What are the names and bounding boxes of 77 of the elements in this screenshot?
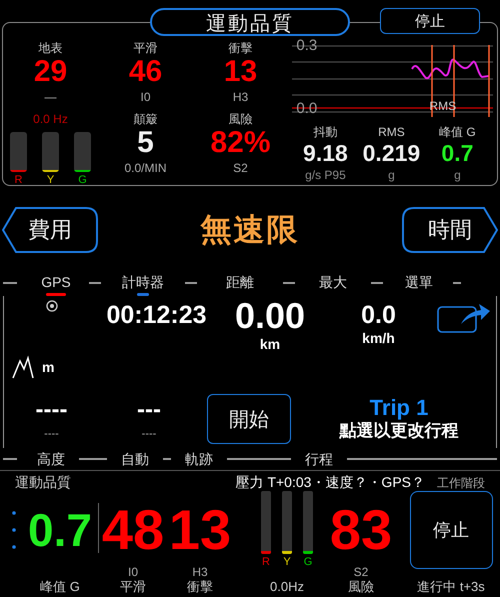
stat-label: 抖動 xyxy=(313,125,338,139)
metric-sub: — xyxy=(44,89,56,105)
distance-unit: km xyxy=(260,336,280,352)
meter-label: G xyxy=(78,174,87,186)
metric-label: 風險 xyxy=(228,112,252,126)
auto-sub: ---- xyxy=(142,428,156,440)
section-label: 軌跡 xyxy=(185,450,213,468)
section-label: 行程 xyxy=(305,450,333,468)
metric-value: 5 xyxy=(137,126,154,160)
peak-value: 0.7 xyxy=(28,503,92,558)
risk-label: 風險 xyxy=(348,579,374,595)
distance-value: 0.00 xyxy=(234,296,306,336)
meter-reading: 0.0Hz xyxy=(270,579,304,595)
session-label: 工作階段 xyxy=(437,474,485,492)
start-button[interactable]: 開始 xyxy=(207,394,291,444)
metric-value: 29 xyxy=(34,55,68,89)
panel-title-button[interactable]: 運動品質 xyxy=(150,8,350,36)
frequency-reading: 0.0 Hz xyxy=(33,112,68,126)
meter-label: R xyxy=(262,556,270,568)
forward-button[interactable]: 時間 xyxy=(402,207,498,253)
metric-sub: H3 xyxy=(232,89,248,105)
section-label: 自動 xyxy=(121,450,149,468)
metric-sub: 0.0/MIN xyxy=(124,160,166,176)
metric-value: 46 xyxy=(128,55,162,89)
timer-value: 00:12:23 xyxy=(106,300,207,330)
section-label: 高度 xyxy=(37,450,65,468)
meter-label: Y xyxy=(46,174,54,186)
impact-value: 13 xyxy=(168,500,232,560)
metric-value: 13 xyxy=(224,55,258,89)
impact-code: H3 xyxy=(192,565,208,579)
stat-label: 峰值 G xyxy=(439,125,476,139)
speed-unit: km/h xyxy=(362,330,395,346)
stop-button[interactable]: 停止 xyxy=(380,8,480,34)
peak-label: 峰值 G xyxy=(40,579,80,595)
meter-label: G xyxy=(304,556,312,568)
metric-value: 82% xyxy=(210,126,271,160)
mountain-icon xyxy=(12,355,34,379)
column-header: 距離 xyxy=(226,274,254,291)
metric-label: 地表 xyxy=(38,41,62,55)
smooth-value: 48 xyxy=(102,500,164,560)
meter-label: Y xyxy=(283,556,291,568)
back-button[interactable]: 費用 xyxy=(2,207,98,253)
trip-hint: 點選以更改行程 xyxy=(340,420,458,442)
metric-label: 平滑 xyxy=(134,41,158,55)
column-header: 最大 xyxy=(319,274,347,291)
meter-label: R xyxy=(14,174,22,186)
stat-unit: g xyxy=(454,167,461,183)
stop-button[interactable]: 停止 xyxy=(410,491,492,569)
trip-name[interactable]: Trip 1 xyxy=(370,396,428,420)
stat-unit: g/s P95 xyxy=(305,167,346,183)
metric-label: 顛簸 xyxy=(134,112,158,126)
stat-value: 9.18 xyxy=(303,139,348,167)
stat-unit: g xyxy=(388,167,395,183)
altitude-sub: ---- xyxy=(44,428,59,440)
status-text: 壓力 T+0:03・速度？・GPS？ xyxy=(236,474,425,492)
column-header: GPS xyxy=(41,274,71,291)
max-speed-value: 0.0 xyxy=(361,300,396,330)
impact-label: 衝擊 xyxy=(187,579,213,595)
column-header: 計時器 xyxy=(122,274,164,291)
stat-value: 0.7 xyxy=(441,139,474,167)
metric-sub: S2 xyxy=(233,160,248,176)
altitude-unit: m xyxy=(42,359,54,375)
section-title: 運動品質 xyxy=(15,474,71,492)
stat-label: RMS xyxy=(378,125,405,139)
smooth-label: 平滑 xyxy=(120,579,146,595)
speed-limit-title: 無速限 xyxy=(200,211,300,249)
auto-value: --- xyxy=(137,398,161,422)
risk-value: 83 xyxy=(330,500,392,560)
column-header: 選單 xyxy=(405,274,433,291)
gps-icon xyxy=(46,300,58,312)
altitude-value: ---- xyxy=(36,398,68,422)
stat-value: 0.219 xyxy=(362,139,420,167)
risk-code: S2 xyxy=(354,565,368,579)
session-state: 進行中 t+3s xyxy=(417,579,485,595)
metric-label: 衝擊 xyxy=(228,41,252,55)
smooth-code: I0 xyxy=(128,565,138,579)
metric-sub: I0 xyxy=(140,89,150,105)
